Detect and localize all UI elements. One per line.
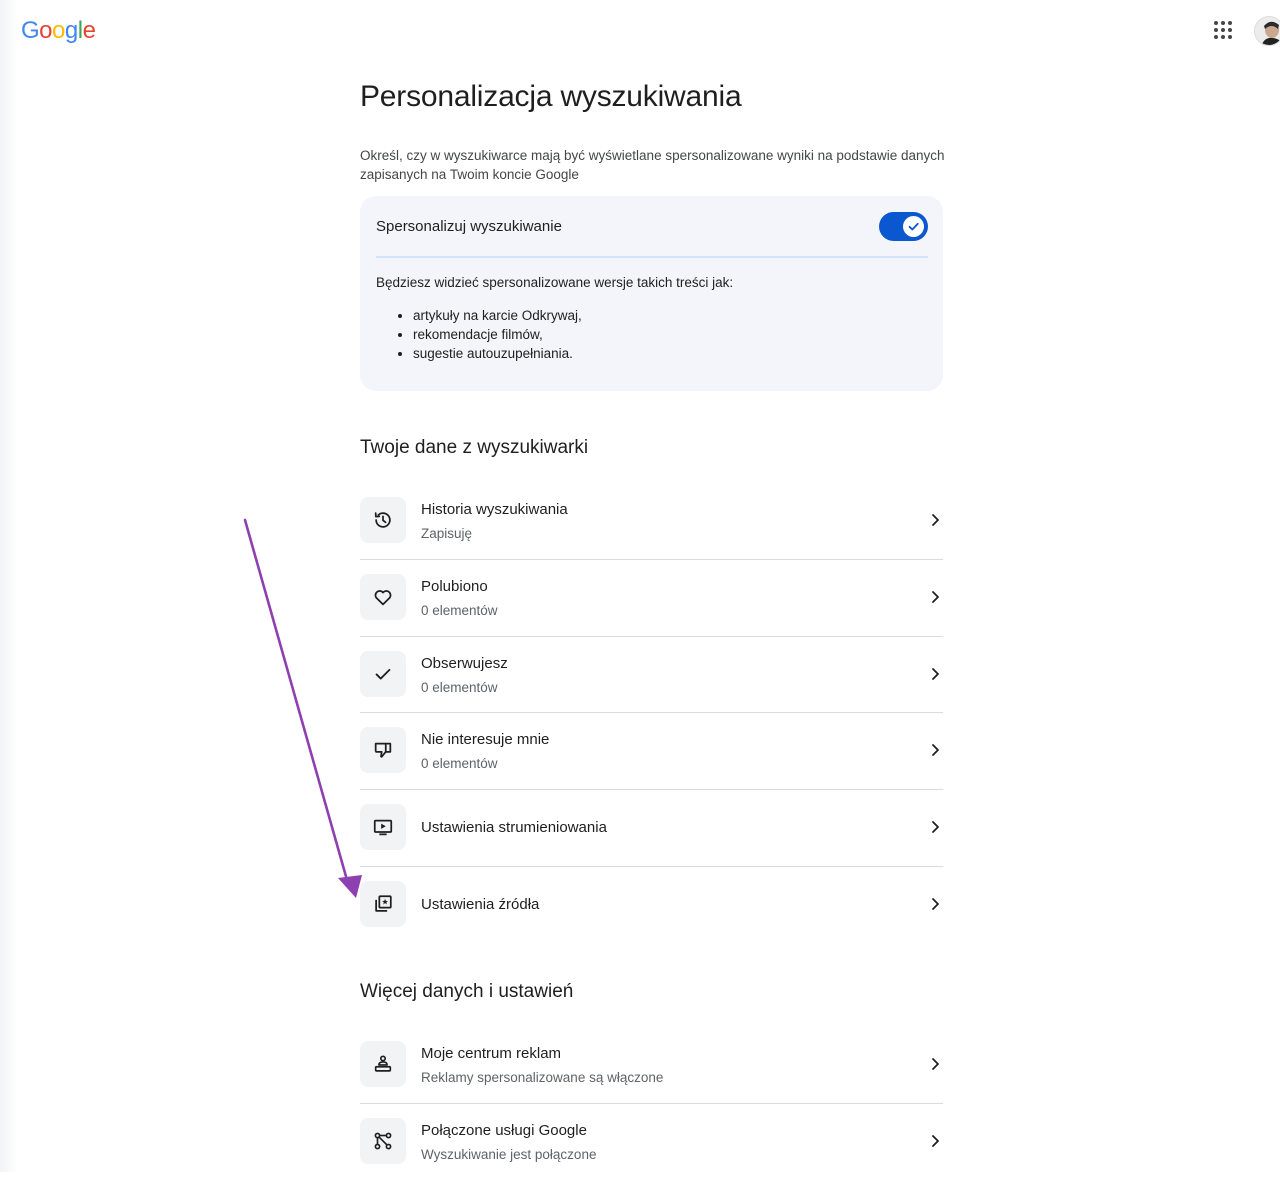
row-title: Moje centrum reklam bbox=[421, 1045, 562, 1062]
chevron-right-icon bbox=[932, 668, 939, 680]
page-title: Personalizacja wyszukiwania bbox=[360, 80, 742, 113]
linked-services-icon bbox=[360, 1118, 406, 1164]
chevron-right-icon bbox=[932, 821, 939, 833]
row-search-history[interactable]: Historia wyszukiwania Zapisuję bbox=[360, 483, 943, 559]
row-subtitle: Reklamy spersonalizowane są włączone bbox=[421, 1070, 664, 1085]
logo-letter: G bbox=[21, 17, 40, 44]
bullet-item: rekomendacje filmów, bbox=[413, 325, 582, 344]
row-subtitle: 0 elementów bbox=[421, 603, 498, 618]
check-icon bbox=[360, 651, 406, 697]
bullet-item: artykuły na karcie Odkrywaj, bbox=[413, 306, 582, 325]
row-title: Polubiono bbox=[421, 578, 488, 595]
heart-icon bbox=[360, 574, 406, 620]
row-streaming-settings[interactable]: Ustawienia strumieniowania bbox=[360, 790, 943, 866]
logo-letter: o bbox=[52, 17, 65, 44]
page-intro: Określ, czy w wyszukiwarce mają być wyśw… bbox=[360, 148, 945, 182]
row-subtitle: Wyszukiwanie jest połączone bbox=[421, 1147, 597, 1162]
section-title-search-data: Twoje dane z wyszukiwarki bbox=[360, 437, 589, 458]
row-title: Ustawienia strumieniowania bbox=[421, 819, 607, 836]
row-subtitle: 0 elementów bbox=[421, 756, 498, 771]
personalize-bullets: artykuły na karcie Odkrywaj, rekomendacj… bbox=[396, 306, 582, 363]
row-title: Połączone usługi Google bbox=[421, 1122, 587, 1139]
ad-center-icon bbox=[360, 1041, 406, 1087]
source-star-icon bbox=[360, 881, 406, 927]
row-title: Historia wyszukiwania bbox=[421, 501, 568, 518]
row-subtitle: Zapisuję bbox=[421, 526, 473, 541]
section-title-more-data: Więcej danych i ustawień bbox=[360, 981, 574, 1002]
logo-letter: e bbox=[82, 17, 96, 44]
chevron-right-icon bbox=[932, 591, 939, 603]
history-icon bbox=[360, 497, 406, 543]
row-ad-center[interactable]: Moje centrum reklam Reklamy spersonalizo… bbox=[360, 1027, 943, 1103]
card-divider bbox=[376, 256, 928, 258]
check-icon bbox=[908, 222, 919, 231]
logo-letter: o bbox=[39, 17, 53, 44]
logo-letter: g bbox=[64, 17, 78, 44]
chevron-right-icon bbox=[932, 744, 939, 756]
row-linked-services[interactable]: Połączone usługi Google Wyszukiwanie jes… bbox=[360, 1104, 943, 1180]
chevron-right-icon bbox=[932, 1058, 939, 1070]
row-liked[interactable]: Polubiono 0 elementów bbox=[360, 560, 943, 636]
personalize-card-title: Spersonalizuj wyszukiwanie bbox=[376, 218, 562, 235]
chevron-right-icon bbox=[932, 898, 939, 910]
chevron-right-icon bbox=[932, 514, 939, 526]
google-logo[interactable]: Google bbox=[21, 17, 96, 45]
chevron-right-icon bbox=[932, 1135, 939, 1147]
toggle-knob bbox=[903, 216, 924, 237]
personalize-toggle[interactable] bbox=[879, 212, 928, 241]
row-subtitle: 0 elementów bbox=[421, 680, 498, 695]
row-title: Obserwujesz bbox=[421, 655, 508, 672]
row-source-settings[interactable]: Ustawienia źródła bbox=[360, 867, 943, 943]
apps-grid-icon[interactable] bbox=[1212, 19, 1234, 41]
thumb-down-icon bbox=[360, 727, 406, 773]
bullet-item: sugestie autouzupełniania. bbox=[413, 344, 582, 363]
row-title: Nie interesuje mnie bbox=[421, 731, 550, 748]
row-title: Ustawienia źródła bbox=[421, 896, 540, 913]
row-following[interactable]: Obserwujesz 0 elementów bbox=[360, 637, 943, 713]
avatar[interactable] bbox=[1254, 16, 1280, 46]
tv-play-icon bbox=[360, 804, 406, 850]
personalize-description: Będziesz widzieć spersonalizowane wersje… bbox=[376, 275, 734, 290]
left-edge-shade bbox=[0, 0, 18, 1172]
row-not-interested[interactable]: Nie interesuje mnie 0 elementów bbox=[360, 713, 943, 789]
